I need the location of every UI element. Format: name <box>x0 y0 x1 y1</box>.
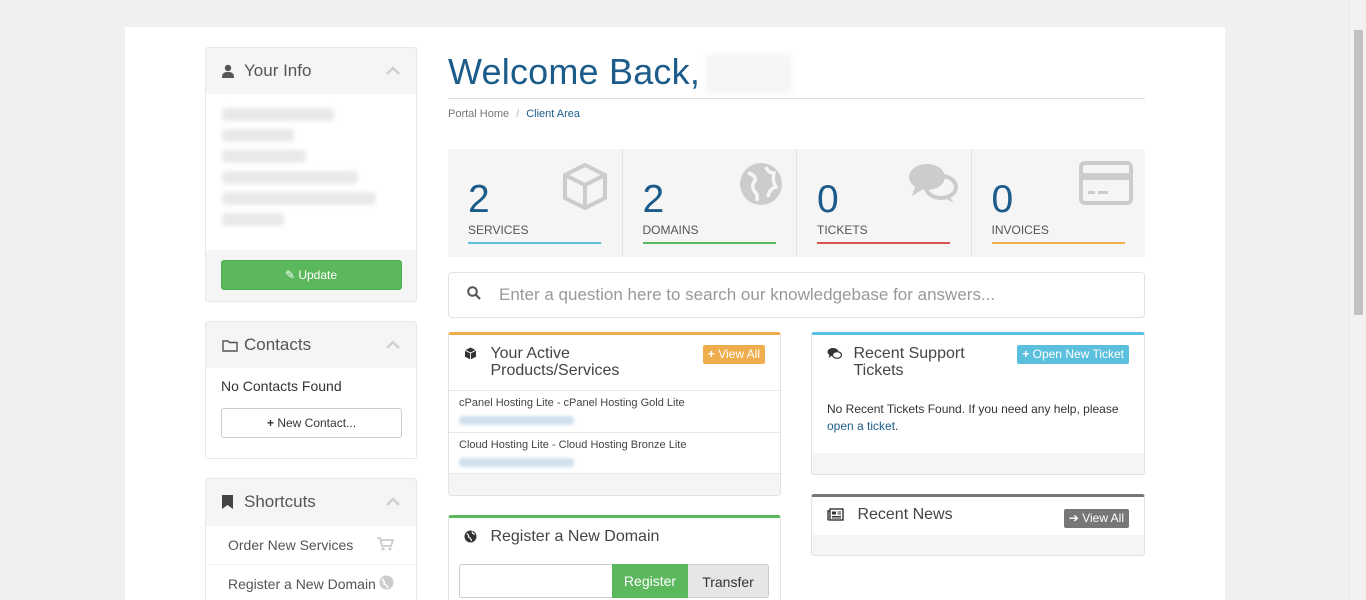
shortcuts-title: Shortcuts <box>244 492 316 511</box>
redacted-line <box>222 129 294 142</box>
register-button[interactable]: Register <box>612 564 688 598</box>
breadcrumb-current: Client Area <box>526 108 581 120</box>
redacted-line <box>222 150 306 163</box>
update-button[interactable]: ✎ Update <box>220 260 402 290</box>
domains-label: DOMAINS <box>642 223 699 237</box>
vertical-scrollbar[interactable] <box>1349 0 1366 600</box>
services-label: SERVICES <box>468 223 529 237</box>
plus-icon: + <box>707 347 715 361</box>
chevron-up-icon[interactable] <box>386 495 400 509</box>
recent-tickets-card: Recent Support Tickets + Open New Ticket… <box>811 332 1145 475</box>
shortcut-order-new-services[interactable]: Order New Services <box>206 525 416 564</box>
redacted-domain <box>459 416 574 425</box>
knowledgebase-search[interactable] <box>448 272 1145 318</box>
invoices-label: INVOICES <box>991 223 1049 237</box>
credit-card-icon <box>1079 161 1133 210</box>
recent-tickets-title: Recent Support Tickets <box>853 345 965 379</box>
register-domain-header: Register a New Domain <box>449 518 780 564</box>
chevron-up-icon[interactable] <box>386 64 400 78</box>
bookmark-icon <box>222 495 244 509</box>
redacted-domain <box>459 458 574 467</box>
plus-icon: + <box>266 416 274 430</box>
knowledgebase-search-input[interactable] <box>499 285 1099 305</box>
breadcrumb-separator: / <box>516 108 520 120</box>
breadcrumb-home-link[interactable]: Portal Home <box>448 108 509 120</box>
no-contacts-text: No Contacts Found <box>221 378 342 394</box>
stat-tickets[interactable]: 0 TICKETS <box>797 149 972 257</box>
plus-icon: + <box>1022 347 1030 361</box>
stat-invoices[interactable]: 0 INVOICES <box>972 149 1146 257</box>
your-info-title: Your Info <box>244 61 312 80</box>
arrow-right-icon: ➔ <box>1068 511 1079 525</box>
recent-tickets-header: Recent Support Tickets + Open New Ticket… <box>812 335 1144 453</box>
contacts-title: Contacts <box>244 335 312 354</box>
comments-icon <box>907 161 959 210</box>
services-count: 2 <box>468 178 490 221</box>
title-divider <box>448 98 1145 99</box>
recent-news-header: Recent News ➔ View All <box>812 497 1144 535</box>
register-domain-title: Register a New Domain <box>490 528 660 545</box>
products-view-all-button[interactable]: + View All <box>702 345 765 364</box>
stat-services[interactable]: 2 SERVICES <box>448 149 623 257</box>
your-info-address <box>206 94 416 250</box>
redacted-line <box>222 171 358 184</box>
your-info-panel: Your Info ✎ Update <box>205 47 417 302</box>
redacted-line <box>222 192 376 205</box>
stat-domains[interactable]: 2 DOMAINS <box>623 149 797 257</box>
cart-icon <box>377 536 395 554</box>
product-name: cPanel Hosting Lite - cPanel Hosting Gol… <box>459 397 685 409</box>
redacted-line <box>222 108 334 121</box>
open-new-ticket-button[interactable]: + Open New Ticket <box>1017 345 1129 364</box>
shortcut-register-domain[interactable]: Register a New Domain <box>206 564 416 600</box>
domains-count: 2 <box>642 178 665 221</box>
stats-tiles: 2 SERVICES 2 DOMAINS 0 TICKETS 0 INVOICE… <box>448 149 1145 257</box>
comments-icon <box>827 347 849 365</box>
contacts-header[interactable]: Contacts <box>206 322 416 368</box>
newspaper-icon <box>827 508 853 526</box>
transfer-button[interactable]: Transfer <box>688 564 769 598</box>
tickets-underline <box>817 242 950 244</box>
your-info-header[interactable]: Your Info <box>206 48 416 94</box>
services-underline <box>468 242 601 244</box>
cube-icon <box>560 161 610 216</box>
user-icon <box>222 64 244 78</box>
pencil-icon: ✎ <box>284 268 295 282</box>
contacts-panel: Contacts No Contacts Found + New Contact… <box>205 321 417 459</box>
domain-search-form: Register Transfer <box>449 564 780 600</box>
active-products-card: Your Active Products/Services + View All… <box>448 332 781 496</box>
scrollbar-thumb[interactable] <box>1354 30 1363 315</box>
new-contact-button[interactable]: + New Contact... <box>221 408 402 438</box>
list-item[interactable]: Cloud Hosting Lite - Cloud Hosting Bronz… <box>449 432 780 474</box>
redacted-client-name <box>706 54 793 95</box>
invoices-underline <box>991 242 1125 244</box>
product-name: Cloud Hosting Lite - Cloud Hosting Bronz… <box>459 439 687 451</box>
search-icon <box>467 285 485 305</box>
list-item[interactable]: cPanel Hosting Lite - cPanel Hosting Gol… <box>449 390 780 432</box>
globe-icon <box>379 575 394 593</box>
globe-icon <box>738 161 784 212</box>
breadcrumb: Portal Home / Client Area <box>448 108 580 120</box>
page-title: Welcome Back, <box>448 51 793 95</box>
tickets-count: 0 <box>817 178 839 221</box>
active-products-header: Your Active Products/Services + View All <box>449 335 780 390</box>
domain-input[interactable] <box>459 564 612 598</box>
active-products-title: Your Active Products/Services <box>490 345 620 379</box>
open-ticket-link[interactable]: open a ticket <box>827 419 895 433</box>
folder-icon <box>222 339 244 352</box>
shortcuts-header[interactable]: Shortcuts <box>206 479 416 525</box>
no-tickets-message: No Recent Tickets Found. If you need any… <box>827 402 1119 433</box>
chevron-up-icon[interactable] <box>386 338 400 352</box>
news-view-all-button[interactable]: ➔ View All <box>1063 509 1129 528</box>
recent-news-card: Recent News ➔ View All <box>811 494 1145 556</box>
recent-news-title: Recent News <box>857 506 953 523</box>
globe-icon <box>464 530 486 548</box>
register-domain-card: Register a New Domain Register Transfer <box>448 515 781 600</box>
invoices-count: 0 <box>991 178 1014 221</box>
cube-icon <box>464 347 486 365</box>
redacted-line <box>222 213 284 226</box>
shortcuts-panel: Shortcuts Order New Services Register a … <box>205 478 417 600</box>
domains-underline <box>642 242 776 244</box>
client-area-page: Your Info ✎ Update Contacts No Contacts … <box>125 27 1225 600</box>
tickets-label: TICKETS <box>817 223 868 237</box>
